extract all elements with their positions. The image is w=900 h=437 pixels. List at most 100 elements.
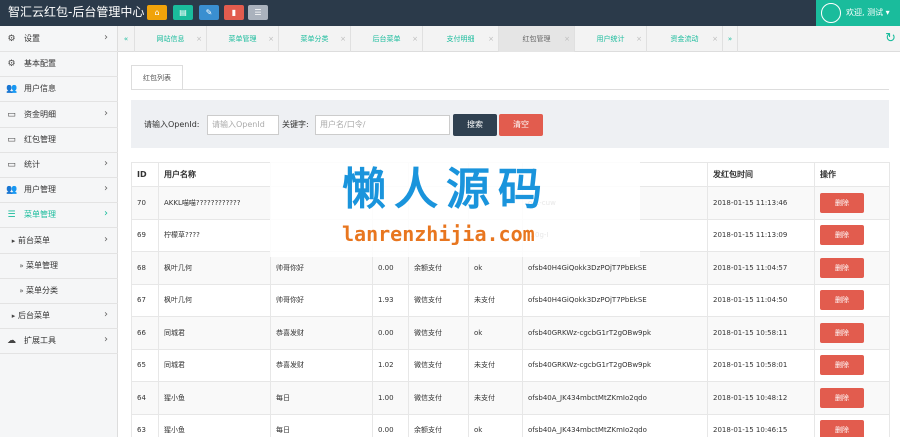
home-button[interactable]: ⌂ — [147, 5, 167, 20]
gears-icon: ⚙ — [7, 59, 16, 70]
delete-button[interactable]: 删除 — [820, 355, 864, 376]
sidebar-item[interactable]: ▭ 资金明细 › — [0, 102, 118, 128]
table-cell: 2018-01-15 10:46:15 — [707, 413, 815, 437]
tab-item[interactable]: 支付明细 × — [423, 26, 499, 52]
openid-label: 请输入OpenId: — [144, 120, 200, 129]
sidebar-item[interactable]: ▸ 前台菜单 › — [0, 228, 118, 254]
close-icon[interactable]: × — [268, 26, 274, 52]
table-row: 65 同城君 恭喜发财 1.02 微信支付 未支付 ofsb40GRKWz-cgcbG1rT… — [131, 348, 890, 382]
delete-button[interactable]: 删除 — [820, 290, 864, 311]
delete-button[interactable]: 删除 — [820, 192, 864, 213]
tab-label: 网站信息 — [156, 35, 185, 43]
tab-item[interactable]: 后台菜单 × — [351, 26, 423, 52]
close-icon[interactable]: × — [196, 26, 202, 52]
close-icon[interactable]: × — [636, 26, 642, 52]
delete-button[interactable]: 删除 — [820, 257, 864, 278]
sidebar-item-label: 设置 — [24, 34, 40, 43]
delete-button[interactable]: 删除 — [820, 420, 864, 437]
column-header: 操作 — [814, 162, 890, 187]
table-cell: 恭喜发财 — [270, 316, 373, 350]
table-cell: 删除 — [814, 251, 890, 285]
search-panel: 请输入OpenId: 请输入OpenId 关键字: 用户名/口令/ 搜索 清空 — [131, 100, 889, 148]
sidebar-item[interactable]: ⚙ 设置 › — [0, 26, 118, 52]
layout-icon: ▤ — [179, 8, 187, 17]
tab-item[interactable]: 网站信息 × — [135, 26, 207, 52]
close-icon[interactable]: × — [340, 26, 346, 52]
table-cell: 删除 — [814, 218, 890, 252]
table-cell: 微信支付 — [408, 316, 469, 350]
layout-button[interactable]: ▤ — [173, 5, 193, 20]
sidebar-item-label: 扩展工具 — [24, 336, 56, 346]
table-cell: 柠檬草???? — [158, 218, 271, 252]
sidebar-item[interactable]: ⚙ 基本配置 — [0, 51, 118, 78]
sidebar-item-label: 菜单分类 — [26, 286, 58, 295]
table-cell: 枫叶几何 — [158, 283, 271, 317]
users-icon: 👥 — [6, 185, 18, 196]
sidebar-item[interactable]: ▭ 红包管理 — [0, 127, 118, 153]
table-cell: 2018-01-15 11:13:46 — [707, 186, 815, 220]
sidebar-item[interactable]: » 菜单管理 — [0, 253, 118, 279]
tab-label: 资金流动 — [670, 35, 699, 43]
table-cell: ok — [468, 413, 523, 437]
tab-item[interactable]: » — [723, 26, 738, 52]
close-icon[interactable]: × — [412, 26, 418, 52]
delete-button[interactable]: 删除 — [820, 387, 864, 408]
search-button[interactable]: 搜索 — [453, 114, 497, 136]
sidebar-item[interactable]: 👥 用户管理 › — [0, 177, 118, 204]
sidebar-item-label: 菜单管理 — [26, 260, 58, 270]
divider — [131, 89, 889, 90]
keyword-label: 关键字: — [282, 120, 309, 129]
table-cell: 微信支付 — [408, 283, 469, 317]
sidebar-item[interactable]: ☰ 菜单管理 › — [0, 202, 118, 229]
user-menu[interactable]: 欢迎, 测试 ▾ — [816, 0, 900, 26]
tab-item[interactable]: 菜单分类 × — [279, 26, 351, 52]
close-icon[interactable]: × — [564, 26, 570, 52]
tab-item[interactable]: 菜单管理 × — [207, 26, 279, 52]
edit-button[interactable]: ✎ — [199, 5, 219, 20]
tab-item[interactable]: 用户统计 × — [575, 26, 647, 52]
close-icon[interactable]: × — [488, 26, 494, 52]
sidebar-item[interactable]: ▸ 后台菜单 › — [0, 303, 118, 330]
table-cell: 0.00 — [372, 316, 409, 350]
table-cell: 每日 — [270, 413, 373, 437]
table-cell: 69 — [131, 218, 159, 252]
close-icon[interactable]: × — [712, 26, 718, 52]
sidebar-item[interactable]: ☁ 扩展工具 › — [0, 328, 118, 355]
table-row: 66 同城君 恭喜发财 0.00 微信支付 ok ofsb40GRKWz-cgcbG1rT2… — [131, 316, 890, 350]
table-row: 64 猩小鱼 每日 1.00 微信支付 未支付 ofsb40A_JK434mbctMtZKm… — [131, 381, 890, 415]
table-cell: 同城君 — [158, 316, 271, 350]
gears-icon: ⚙ — [7, 34, 16, 44]
monitor-icon: ▭ — [7, 134, 16, 145]
table-cell: 2018-01-15 10:58:11 — [707, 316, 815, 350]
chevron-right-icon: › — [104, 208, 108, 220]
sidebar-item[interactable]: » 菜单分类 — [0, 278, 118, 304]
openid-input[interactable]: 请输入OpenId — [207, 115, 279, 135]
delete-button[interactable]: 删除 — [820, 322, 864, 343]
menu-button[interactable]: ☰ — [248, 5, 268, 20]
top-bar: 智汇云红包-后台管理中心 ⌂ ▤ ✎ ▮ ☰ 欢迎, 测试 ▾ — [0, 0, 900, 26]
sidebar-item[interactable]: 👥 用户信息 — [0, 76, 118, 103]
table-cell: 删除 — [814, 381, 890, 415]
table-cell: 删除 — [814, 413, 890, 437]
tab-item[interactable]: 红包管理 × — [499, 26, 575, 52]
sidebar-item-label: 资金明细 — [24, 109, 56, 119]
clear-button[interactable]: 清空 — [499, 114, 543, 136]
table-cell: 同城君 — [158, 348, 271, 382]
table-cell: 猩小鱼 — [158, 381, 271, 415]
tab-redpacket-list[interactable]: 红包列表 — [131, 65, 183, 89]
keyword-input[interactable]: 用户名/口令/ — [315, 115, 450, 135]
delete-button[interactable]: 删除 — [820, 225, 864, 246]
table-cell: 猩小鱼 — [158, 413, 271, 437]
sidebar-item[interactable]: ▭ 统计 › — [0, 152, 118, 178]
sidebar-item-label: 后台菜单 — [18, 311, 50, 321]
sidebar-item-label: 用户信息 — [24, 84, 56, 94]
delete-button[interactable]: ▮ — [224, 5, 244, 20]
sidebar: ⚙ 设置 › ⚙ 基本配置 👥 用户信息 ▭ 资金明细 › ▭ 红包管理 ▭ 统计 › 👥 用户管理 › ☰ 菜单管理… — [0, 26, 118, 437]
tab-item[interactable]: 资金流动 × — [647, 26, 723, 52]
chevron-right-icon: › — [104, 32, 108, 43]
tab-item[interactable]: « — [118, 26, 135, 52]
table-cell: 未支付 — [468, 283, 523, 317]
refresh-icon[interactable]: ↻ — [885, 32, 896, 45]
table-cell: ofsb40GRKWz-cgcbG1rT2gOBw9pk — [522, 348, 708, 382]
table-row: 67 枫叶几何 帅哥你好 1.93 微信支付 未支付 ofsb40H4GiQokk3DzPO… — [131, 283, 890, 317]
